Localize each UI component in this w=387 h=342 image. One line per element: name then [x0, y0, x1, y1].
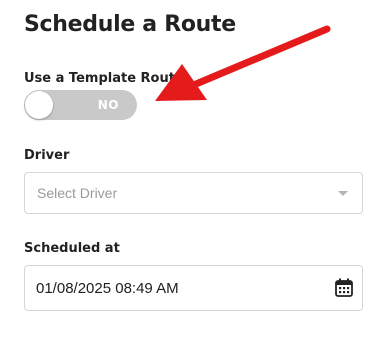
driver-select-placeholder: Select Driver [37, 185, 118, 201]
scheduled-at-input[interactable]: 01/08/2025 08:49 AM [24, 265, 363, 311]
driver-select[interactable]: Select Driver [24, 172, 363, 214]
template-route-toggle[interactable]: NO [24, 90, 137, 120]
toggle-knob[interactable] [25, 91, 53, 119]
scheduled-at-value[interactable]: 01/08/2025 08:49 AM [36, 280, 179, 297]
page-title: Schedule a Route [24, 12, 236, 37]
toggle-state-text: NO [97, 98, 119, 112]
calendar-icon[interactable] [335, 278, 353, 297]
scheduled-at-label: Scheduled at [24, 241, 120, 256]
template-route-label: Use a Template Route [24, 71, 184, 86]
driver-label: Driver [24, 148, 70, 163]
chevron-down-icon [338, 191, 348, 196]
